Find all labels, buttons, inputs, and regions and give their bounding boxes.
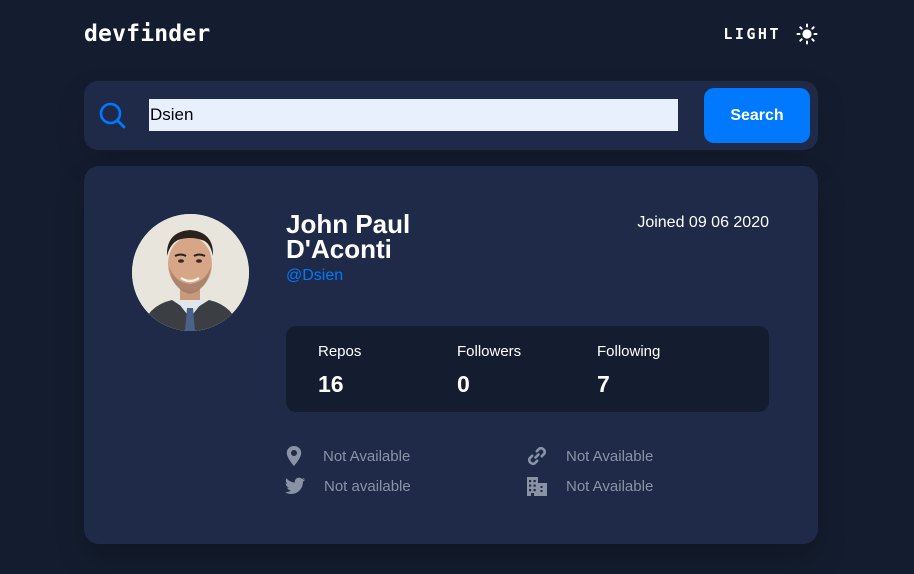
stat-value: 16 [318,371,344,397]
website-text: Not Available [566,447,654,465]
location-item: Not Available [283,445,410,467]
avatar-photo [132,214,249,331]
link-icon [528,447,546,465]
search-icon [99,102,126,129]
search-button[interactable]: Search [704,88,810,143]
location-text: Not Available [323,447,411,465]
twitter-text: Not available [324,477,411,495]
joined-date: Joined 09 06 2020 [637,214,769,231]
devfinder-app: devfinder LIGHT Dsien Search John Paul D… [0,0,914,574]
location-pin-icon [286,446,302,466]
stat-label: Followers [457,343,522,360]
stat-value: 7 [597,371,610,397]
profile-username[interactable]: @Dsien [286,267,343,285]
twitter-item: Not available [284,475,411,497]
logo: devfinder [84,21,211,47]
company-item: Not Available [526,475,653,497]
sun-icon [796,23,818,45]
building-icon [527,477,547,496]
stat-followers: Followers 0 [457,343,521,398]
stat-following: Following 7 [597,343,660,398]
search-bar: Search [84,81,818,150]
search-input[interactable] [149,99,678,131]
profile-name: John Paul D'Aconti [286,209,411,264]
avatar [132,214,249,331]
stats-panel: Repos 16 Followers 0 Following 7 [286,326,769,412]
stat-repos: Repos 16 [318,343,361,398]
website-item: Not Available [526,445,653,467]
profile-card: John Paul D'Aconti @Dsien Joined 09 06 2… [84,166,818,544]
company-text: Not Available [566,477,654,495]
stat-value: 0 [457,371,470,397]
twitter-icon [284,477,305,494]
header: devfinder LIGHT [84,20,818,50]
theme-label: LIGHT [723,25,781,43]
theme-toggle[interactable]: LIGHT [723,23,818,45]
stat-label: Repos [318,343,362,360]
stat-label: Following [597,343,661,360]
